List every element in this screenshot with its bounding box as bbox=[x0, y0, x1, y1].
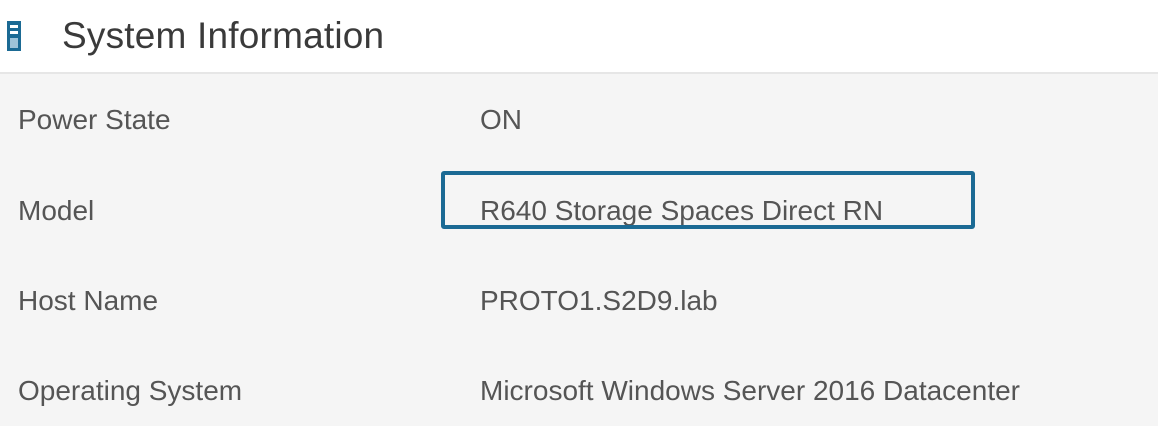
host-name-value: PROTO1.S2D9.lab bbox=[480, 285, 718, 316]
page-title: System Information bbox=[62, 15, 385, 56]
power-state-value: ON bbox=[480, 104, 522, 135]
model-highlight-box bbox=[441, 171, 975, 229]
system-information-panel: System Information Power State ON Model … bbox=[0, 0, 1158, 426]
info-row-host-name: Host Name PROTO1.S2D9.lab bbox=[0, 256, 1158, 346]
host-name-label: Host Name bbox=[18, 285, 159, 316]
info-table: Power State ON Model R640 Storage Spaces… bbox=[0, 74, 1158, 426]
server-icon bbox=[6, 19, 28, 53]
model-label: Model bbox=[18, 195, 95, 226]
operating-system-value: Microsoft Windows Server 2016 Datacenter bbox=[480, 375, 1020, 406]
panel-header: System Information bbox=[0, 0, 1158, 74]
info-row-operating-system: Operating System Microsoft Windows Serve… bbox=[0, 346, 1158, 436]
operating-system-label: Operating System bbox=[18, 375, 243, 406]
info-row-power-state: Power State ON bbox=[0, 74, 1158, 166]
power-state-label: Power State bbox=[18, 104, 171, 135]
